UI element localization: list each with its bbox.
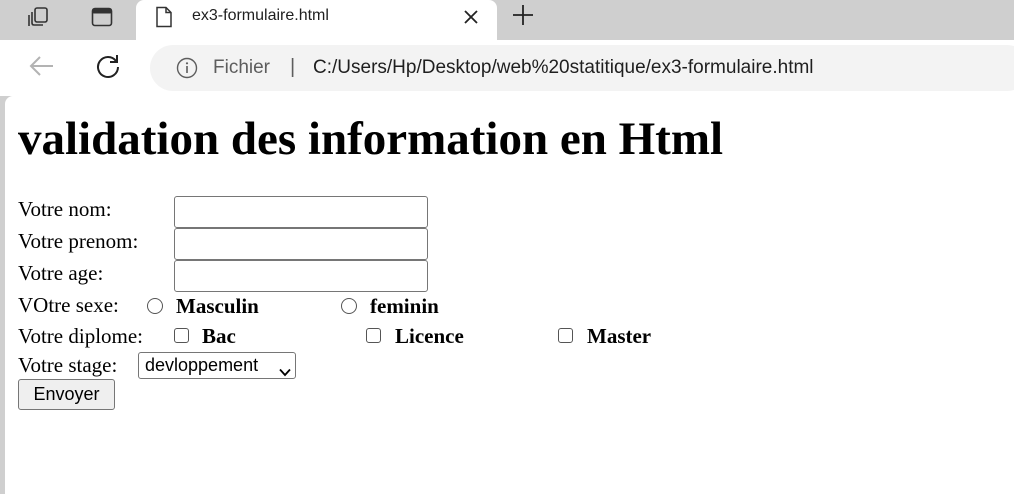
prenom-label: Votre prenom: xyxy=(18,229,139,253)
master-label: Master xyxy=(587,324,652,348)
licence-label: Licence xyxy=(395,324,464,348)
master-checkbox[interactable] xyxy=(558,328,573,343)
url-text[interactable]: C:/Users/Hp/Desktop/web%20statitique/ex3… xyxy=(313,57,814,79)
prenom-input[interactable] xyxy=(174,228,428,260)
stage-select[interactable]: devloppement xyxy=(138,352,296,379)
feminin-radio[interactable] xyxy=(341,298,357,314)
envoyer-button[interactable]: Envoyer xyxy=(18,379,115,410)
address-bar[interactable]: Fichier | C:/Users/Hp/Desktop/web%20stat… xyxy=(150,45,1014,91)
chevron-down-icon xyxy=(279,361,291,382)
age-label: Votre age: xyxy=(18,261,104,285)
diplome-label: Votre diplome: xyxy=(18,324,144,348)
workspaces-icon xyxy=(27,6,51,28)
plus-icon xyxy=(512,4,534,31)
age-input[interactable] xyxy=(174,260,428,292)
file-icon xyxy=(155,6,173,33)
refresh-icon xyxy=(95,53,121,84)
sexe-label: VOtre sexe: xyxy=(18,293,119,317)
new-tab-button[interactable] xyxy=(509,4,537,30)
workspaces-button[interactable] xyxy=(23,4,55,30)
bac-label: Bac xyxy=(202,324,236,348)
browser-toolbar: Fichier | C:/Users/Hp/Desktop/web%20stat… xyxy=(0,40,1014,96)
tab-title: ex3-formulaire.html xyxy=(192,7,329,24)
masculin-label: Masculin xyxy=(176,294,259,318)
licence-checkbox[interactable] xyxy=(366,328,381,343)
refresh-button[interactable] xyxy=(93,53,123,83)
tab-active[interactable]: ex3-formulaire.html xyxy=(136,0,497,40)
scheme-label: Fichier xyxy=(213,57,271,78)
address-separator: | xyxy=(290,56,296,78)
tab-actions-button[interactable] xyxy=(86,4,118,30)
nom-label: Votre nom: xyxy=(18,197,112,221)
tab-strip: ex3-formulaire.html xyxy=(0,0,1014,40)
bac-checkbox[interactable] xyxy=(174,328,189,343)
close-tab-icon[interactable] xyxy=(462,8,480,31)
feminin-label: feminin xyxy=(370,294,439,318)
nom-input[interactable] xyxy=(174,196,428,228)
info-icon[interactable] xyxy=(176,57,198,84)
back-button[interactable] xyxy=(27,53,57,83)
masculin-radio[interactable] xyxy=(147,298,163,314)
tab-actions-icon xyxy=(91,7,113,27)
page-viewport: validation des information en Html Votre… xyxy=(5,96,1014,494)
page-title: validation des information en Html xyxy=(18,113,724,165)
stage-selected-value: devloppement xyxy=(145,355,259,375)
stage-label: Votre stage: xyxy=(18,353,118,377)
back-arrow-icon xyxy=(29,55,55,82)
